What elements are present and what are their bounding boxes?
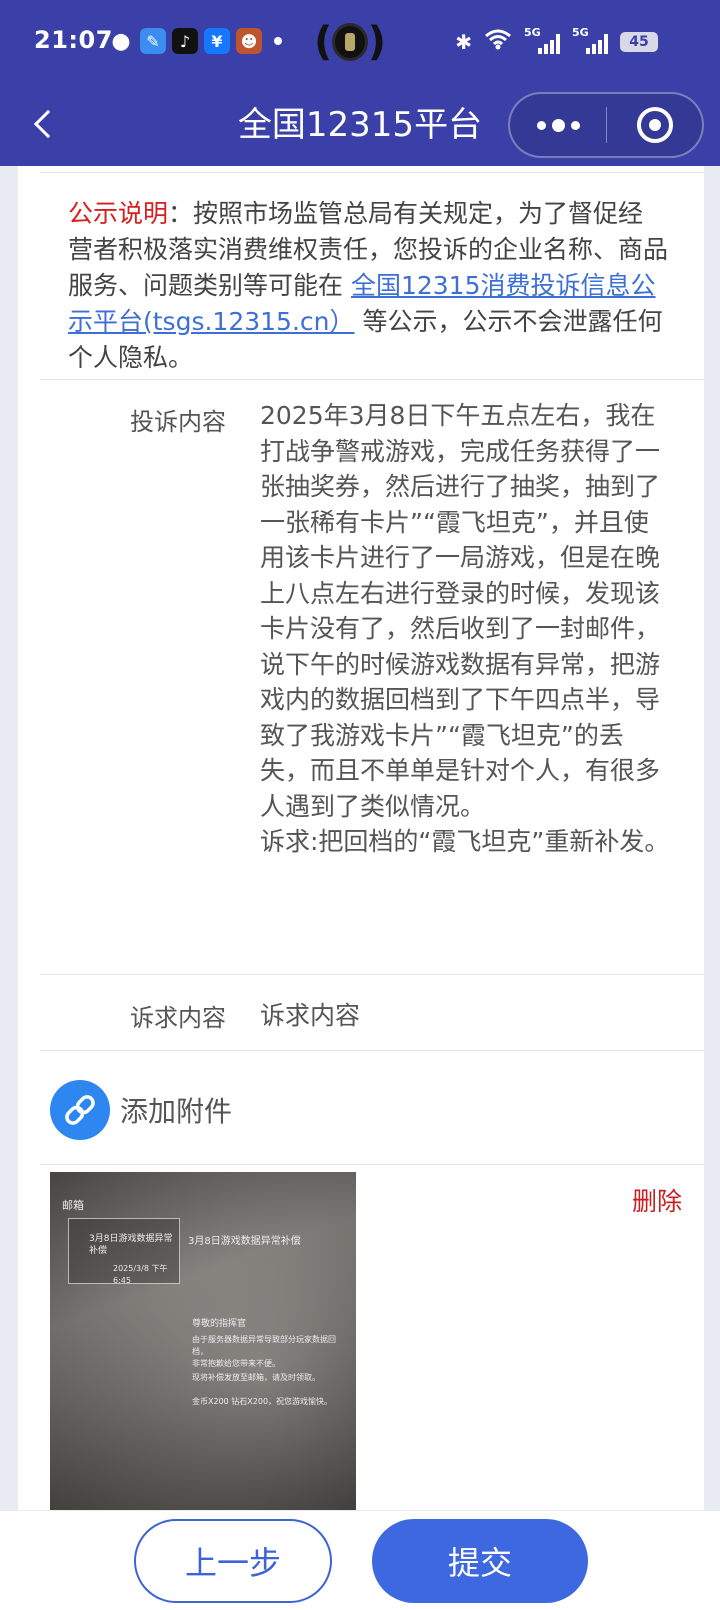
previous-step-button[interactable]: 上一步: [134, 1519, 332, 1603]
attachment-thumbnail[interactable]: 邮箱 3月8日游戏数据异常补偿 2025/3/8 下午6:45 3月8日游戏数据…: [50, 1172, 356, 1510]
wechat-icon: ●: [111, 28, 131, 54]
thumbnail-body-line: 金币X200 钻石X200，祝您游戏愉快。: [192, 1397, 333, 1406]
complaint-label: 投诉内容: [130, 408, 226, 436]
thumbnail-body-line: 由于服务器数据异常导致部分玩家数据回档，: [192, 1335, 336, 1356]
thumbnail-panel-title: 3月8日游戏数据异常补偿: [89, 1234, 173, 1256]
close-mini-program-button[interactable]: [607, 94, 702, 156]
bluetooth-icon: ✱: [455, 29, 472, 54]
demand-input[interactable]: 诉求内容: [260, 998, 670, 1034]
thumbnail-body-line: 现将补偿发放至邮箱，请及时领取。: [192, 1373, 320, 1382]
bottom-action-bar: 上一步 提交: [0, 1510, 720, 1610]
thumbnail-back-text: 邮箱: [62, 1199, 84, 1212]
divider: [40, 1050, 704, 1051]
divider: [40, 1164, 704, 1165]
thumbnail-panel-date: 2025/3/8 下午6:45: [113, 1264, 168, 1285]
thumbnail-body-line: 非常抱歉给您带来不便。: [192, 1359, 280, 1368]
link-icon: [65, 1095, 95, 1125]
alipay-icon: ¥: [204, 28, 230, 54]
divider: [40, 974, 704, 975]
battery-icon: 45: [620, 31, 658, 52]
system-status-icons: ✱ 5G 5G 45: [455, 26, 658, 55]
game-app-icon: ☻: [236, 28, 262, 54]
delete-attachment-button[interactable]: 删除: [632, 1182, 682, 1218]
more-notifications-dot: [274, 37, 282, 45]
more-options-button[interactable]: [510, 94, 606, 156]
divider: [40, 172, 704, 173]
public-notice: 公示说明：按照市场监管总局有关规定，为了督促经营者积极落实消费维权责任，您投诉的…: [68, 196, 668, 376]
thumbnail-body-title: 尊敬的指挥官: [192, 1319, 247, 1329]
thumbnail-mail-title: 3月8日游戏数据异常补偿: [188, 1236, 301, 1247]
status-time: 21:07: [34, 26, 113, 54]
divider: [40, 379, 704, 380]
status-bar: 21:07 ● ✎ ♪ ¥ ☻ ( ) ✱ 5G 5G 45: [0, 0, 720, 84]
add-attachment-button[interactable]: [50, 1080, 110, 1140]
notes-app-icon: ✎: [140, 28, 166, 54]
mini-program-capsule: [508, 92, 704, 158]
submit-button[interactable]: 提交: [372, 1519, 588, 1603]
notification-icons: ● ✎ ♪ ¥ ☻: [108, 28, 282, 54]
tiktok-icon: ♪: [172, 28, 198, 54]
notice-title: 公示说明: [68, 199, 169, 228]
target-icon: [636, 107, 673, 143]
signal-5g-icon-1: 5G: [524, 26, 560, 54]
demand-label: 诉求内容: [130, 1004, 226, 1032]
wifi-icon: [484, 28, 512, 55]
thumbnail-mail-panel: 3月8日游戏数据异常补偿 2025/3/8 下午6:45: [68, 1218, 180, 1285]
complaint-content[interactable]: 2025年3月8日下午五点左右，我在打战争警戒游戏，完成任务获得了一张抽奖券，然…: [260, 398, 670, 860]
nav-bar: 全国12315平台: [0, 84, 720, 166]
signal-5g-icon-2: 5G: [572, 26, 608, 54]
add-attachment-label[interactable]: 添加附件: [120, 1090, 232, 1130]
form-card: 公示说明：按照市场监管总局有关规定，为了督促经营者积极落实消费维权责任，您投诉的…: [18, 166, 704, 1510]
camera-cutout: ( ): [314, 19, 386, 65]
